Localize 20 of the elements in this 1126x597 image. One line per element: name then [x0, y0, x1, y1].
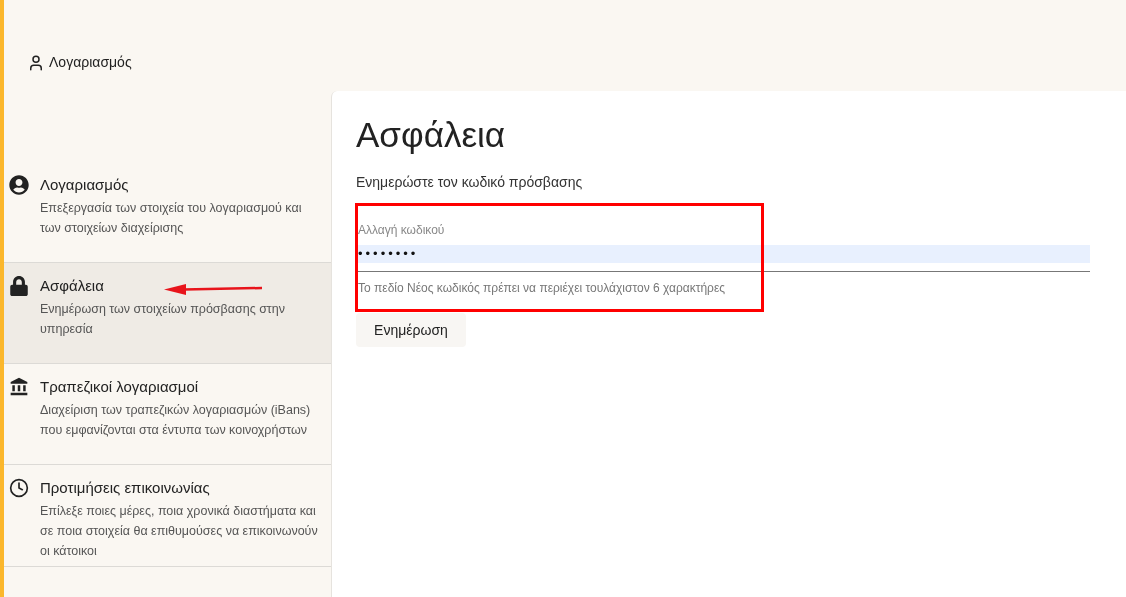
item-description: Ενημέρωση των στοιχείων πρόσβασης στην υπηρεσία [40, 301, 286, 338]
helper-text: Το πεδίο Νέος κωδικός πρέπει να περιέχει τουλάχιστον 6 χαρακτήρες [357, 280, 727, 297]
update-button[interactable]: Ενημέρωση [356, 313, 466, 347]
user-icon [27, 53, 45, 72]
item-title: Προτιμήσεις επικοινωνίας [40, 478, 210, 498]
item-title: Ασφάλεια [40, 276, 104, 296]
account-link[interactable]: Λογαριασμός [27, 52, 132, 73]
password-field[interactable]: •••••••• [356, 245, 1090, 263]
item-description: Επεξεργασία των στοιχεία του λογαριασμού και των στοιχείων διαχείρισης [40, 200, 303, 237]
item-title: Λογαριασμός [40, 175, 129, 195]
bank-icon [9, 377, 29, 397]
field-label: Αλλαγή κωδικού [357, 222, 445, 239]
clock-icon [9, 478, 29, 498]
item-description: Διαχείριση των τραπεζικών λογαριασμών (iBans) που εμφανίζονται στα έντυπα των κοινοχρήστων [40, 402, 312, 439]
lock-icon [9, 276, 29, 296]
section-subtitle: Ενημερώστε τον κωδικό πρόσβασης [356, 173, 584, 192]
item-description: Επίλεξε ποιες μέρες, ποια χρονικά διαστήματα και σε ποια στοιχεία θα επιθυμούσες να επικοινωνούν οι κάτοικοι [40, 503, 319, 560]
item-title: Τραπεζικοί λογαριασμοί [40, 377, 199, 397]
sidebar-item[interactable]: Ασφάλεια Ενημέρωση των στοιχείων πρόσβασης στην υπηρεσία [4, 263, 331, 364]
page-title: Ασφάλεια [356, 115, 506, 155]
